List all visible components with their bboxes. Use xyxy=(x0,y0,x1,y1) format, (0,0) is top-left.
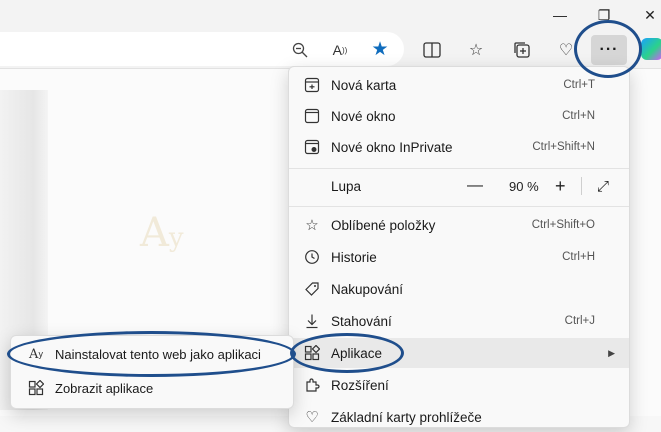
menu-item-label: Stahování xyxy=(331,313,392,329)
install-app-icon: Ay xyxy=(29,346,43,362)
shopping-tag-icon xyxy=(301,278,323,300)
settings-menu: Nová karta Ctrl+T Nové okno Ctrl+N Nové … xyxy=(288,66,630,428)
split-screen-icon[interactable] xyxy=(418,36,446,64)
collections-icon[interactable] xyxy=(508,36,536,64)
browser-essentials-icon: ♡ xyxy=(305,409,319,426)
menu-item-label: Historie xyxy=(331,249,377,265)
menu-item-new-tab[interactable]: Nová karta Ctrl+T xyxy=(289,70,629,100)
restore-icon[interactable]: ❐ xyxy=(590,4,618,26)
menu-item-label: Oblíbené položky xyxy=(331,217,436,233)
menu-item-shopping[interactable]: Nakupování xyxy=(289,274,629,304)
zoom-in-button[interactable]: + xyxy=(555,176,566,197)
copilot-icon[interactable] xyxy=(641,38,661,60)
more-options-button[interactable]: ··· xyxy=(591,35,627,65)
apps-submenu: Ay Nainstalovat tento web jako aplikaci … xyxy=(10,335,294,409)
submenu-arrow-icon: ▶ xyxy=(608,347,615,358)
menu-item-new-window[interactable]: Nové okno Ctrl+N xyxy=(289,101,629,131)
menu-item-favorites[interactable]: ☆ Oblíbené položky Ctrl+Shift+O xyxy=(289,210,629,240)
menu-item-label: Nakupování xyxy=(331,281,404,297)
menu-item-shortcut: Ctrl+Shift+N xyxy=(532,141,595,153)
faded-background-logo: Ay xyxy=(140,210,184,256)
menu-item-history[interactable]: Historie Ctrl+H xyxy=(289,242,629,272)
menu-item-label: Základní karty prohlížeče xyxy=(331,409,482,425)
favorite-star-icon[interactable]: ★ xyxy=(366,35,394,63)
zoom-divider xyxy=(581,177,582,195)
menu-item-label: Lupa xyxy=(331,178,362,194)
menu-separator xyxy=(289,168,629,169)
menu-item-shortcut: Ctrl+N xyxy=(562,110,595,122)
menu-item-shortcut: Ctrl+T xyxy=(563,79,595,91)
more-options-icon: ··· xyxy=(599,41,619,58)
menu-item-apps[interactable]: Aplikace ▶ xyxy=(289,338,629,368)
submenu-item-view-apps[interactable]: Zobrazit aplikace xyxy=(11,372,293,404)
extensions-icon xyxy=(301,374,323,396)
fullscreen-icon[interactable]: ⤢ xyxy=(597,178,609,195)
zoom-out-button[interactable]: — xyxy=(467,177,483,195)
submenu-item-install-site-as-app[interactable]: Ay Nainstalovat tento web jako aplikaci xyxy=(11,338,293,370)
menu-item-shortcut: Ctrl+H xyxy=(562,251,595,263)
zoom-level: 90 % xyxy=(509,178,539,194)
favorites-icon[interactable]: ☆ xyxy=(462,36,490,64)
menu-item-label: Nové okno xyxy=(331,108,396,124)
menu-item-browser-essentials[interactable]: ♡ Základní karty prohlížeče xyxy=(289,402,629,432)
menu-item-zoom: Lupa — 90 % + ⤢ xyxy=(289,171,629,201)
menu-item-label: Nové okno InPrivate xyxy=(331,139,453,155)
menu-item-new-inprivate-window[interactable]: Nové okno InPrivate Ctrl+Shift+N xyxy=(289,132,629,162)
read-aloud-icon[interactable]: A)) xyxy=(326,36,354,64)
title-bar: — ❐ ✕ xyxy=(0,0,661,30)
download-icon xyxy=(301,310,323,332)
zoom-out-icon[interactable] xyxy=(286,36,314,64)
new-tab-icon xyxy=(301,74,323,96)
menu-item-label: Aplikace xyxy=(331,345,383,361)
favorites-icon: ☆ xyxy=(305,217,319,234)
close-icon[interactable]: ✕ xyxy=(636,4,661,26)
menu-item-label: Rozšíření xyxy=(331,377,389,393)
submenu-item-label: Nainstalovat tento web jako aplikaci xyxy=(55,346,261,362)
inprivate-icon xyxy=(301,136,323,158)
menu-item-label: Nová karta xyxy=(331,77,397,93)
new-window-icon xyxy=(301,105,323,127)
browser-essentials-icon[interactable]: ♡ xyxy=(552,36,580,64)
menu-item-downloads[interactable]: Stahování Ctrl+J xyxy=(289,306,629,336)
apps-icon xyxy=(25,377,47,399)
apps-icon xyxy=(301,342,323,364)
menu-item-extensions[interactable]: Rozšíření xyxy=(289,370,629,400)
minimize-icon[interactable]: — xyxy=(546,4,574,26)
submenu-item-label: Zobrazit aplikace xyxy=(55,380,154,396)
menu-item-shortcut: Ctrl+Shift+O xyxy=(531,219,595,231)
menu-item-shortcut: Ctrl+J xyxy=(564,315,595,327)
history-icon xyxy=(301,246,323,268)
menu-separator xyxy=(289,206,629,207)
